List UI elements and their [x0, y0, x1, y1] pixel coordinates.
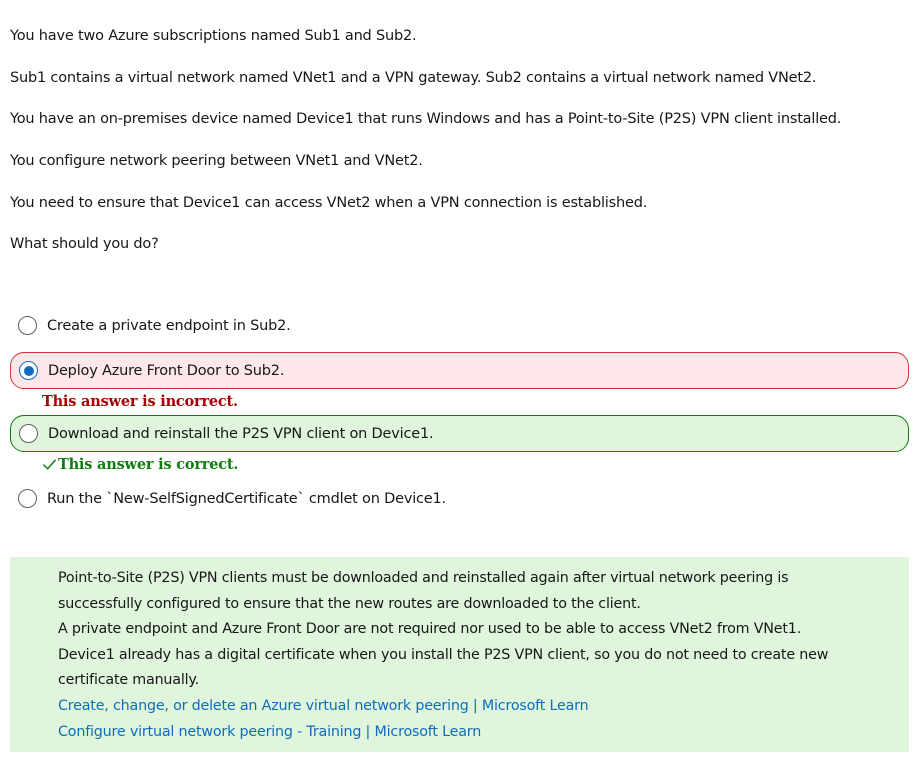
answer-option-private-endpoint[interactable]: Create a private endpoint in Sub2.: [10, 307, 909, 344]
reference-link-training[interactable]: Configure virtual network peering - Trai…: [58, 724, 481, 740]
question-line: You have an on-premises device named Dev…: [10, 111, 842, 127]
explanation-line: Point-to-Site (P2S) VPN clients must be …: [58, 570, 789, 586]
check-icon: [43, 459, 56, 470]
question-prompt: What should you do?: [10, 236, 159, 252]
incorrect-feedback: This answer is incorrect.: [42, 393, 238, 410]
explanation-line: successfully configured to ensure that t…: [58, 596, 641, 612]
explanation-line: A private endpoint and Azure Front Door …: [58, 621, 802, 637]
explanation-panel: Point-to-Site (P2S) VPN clients must be …: [10, 557, 909, 752]
question-line: You configure network peering between VN…: [10, 153, 423, 169]
correct-feedback-text: This answer is correct.: [58, 456, 239, 473]
answer-option-label: Create a private endpoint in Sub2.: [47, 317, 291, 334]
radio-button-selected[interactable]: [19, 361, 38, 380]
answer-option-label: Download and reinstall the P2S VPN clien…: [48, 425, 434, 442]
question-line: You need to ensure that Device1 can acce…: [10, 195, 648, 211]
radio-button[interactable]: [18, 316, 37, 335]
radio-button[interactable]: [19, 424, 38, 443]
answer-option-front-door[interactable]: Deploy Azure Front Door to Sub2.: [10, 352, 909, 389]
explanation-line: certificate manually.: [58, 672, 199, 688]
radio-button[interactable]: [18, 489, 37, 508]
explanation-line: Device1 already has a digital certificat…: [58, 647, 829, 663]
correct-feedback: This answer is correct.: [42, 456, 238, 473]
answer-option-label: Deploy Azure Front Door to Sub2.: [48, 362, 285, 379]
question-line: You have two Azure subscriptions named S…: [10, 28, 417, 44]
answer-option-reinstall-client[interactable]: Download and reinstall the P2S VPN clien…: [10, 415, 909, 452]
question-line: Sub1 contains a virtual network named VN…: [10, 70, 817, 86]
answer-option-label: Run the `New-SelfSignedCertificate` cmdl…: [47, 490, 446, 507]
answer-option-self-signed-cert[interactable]: Run the `New-SelfSignedCertificate` cmdl…: [10, 480, 909, 517]
reference-link-peering[interactable]: Create, change, or delete an Azure virtu…: [58, 698, 589, 714]
